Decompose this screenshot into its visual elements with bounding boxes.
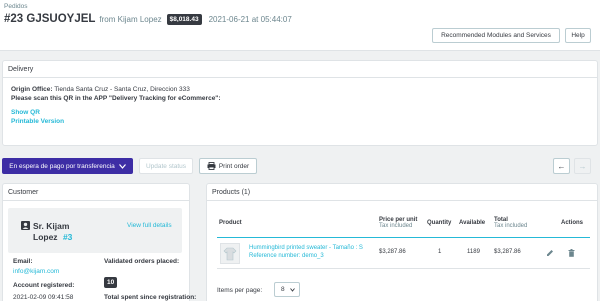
row-quantity: 1 — [438, 249, 442, 255]
col-actions: Actions — [561, 220, 584, 226]
order-title-row: #23 GJSUOYJEL from Kijam Lopez $8,018.43… — [4, 13, 292, 25]
arrow-left-icon: ← — [557, 161, 566, 171]
previous-order-button[interactable]: ← — [553, 158, 570, 174]
printer-icon — [207, 162, 216, 170]
recommended-modules-button[interactable]: Recommended Modules and Services — [432, 28, 560, 43]
arrow-right-icon: → — [578, 161, 587, 171]
items-per-page-label: Items per page: — [217, 287, 263, 294]
breadcrumb[interactable]: Pedidos — [4, 3, 28, 10]
table-row: Hummingbird printed sweater - Tamaño : S… — [217, 241, 590, 269]
delivery-card: Delivery Origin Office: Tienda Santa Cru… — [2, 60, 598, 146]
delivery-card-title: Delivery — [3, 61, 597, 78]
col-available: Available — [459, 220, 486, 226]
products-card-title: Products (1) — [207, 184, 597, 201]
customer-summary: Sr. Kijam Lopez #3 View full details — [8, 208, 182, 253]
customer-email[interactable]: info@kijam.com — [13, 268, 59, 275]
product-name-link[interactable]: Hummingbird printed sweater - Tamaño : S… — [249, 244, 363, 260]
scan-instructions: Please scan this QR in the APP "Delivery… — [11, 94, 221, 102]
account-registered-date: 2021-02-09 09:41:58 — [13, 294, 74, 301]
products-card: Products (1) Product Price per unit Tax … — [206, 183, 598, 301]
print-order-button[interactable]: Print order — [199, 158, 257, 174]
col-quantity: Quantity — [427, 220, 452, 226]
order-date: 2021-06-21 at 05:44:07 — [208, 14, 292, 24]
edit-icon[interactable] — [546, 249, 554, 257]
sweater-image-icon — [223, 247, 237, 260]
col-product: Product — [219, 220, 242, 226]
validated-orders-label: Validated orders placed: — [104, 258, 180, 265]
col-total: Total Tax included — [494, 217, 528, 229]
trash-icon[interactable] — [568, 249, 575, 257]
page-header: Pedidos #23 GJSUOYJEL from Kijam Lopez $… — [0, 0, 600, 51]
chevron-down-icon — [290, 288, 295, 292]
show-qr-link[interactable]: Show QR — [11, 109, 589, 118]
items-per-page-select[interactable]: 8 — [274, 282, 300, 297]
user-icon — [21, 221, 30, 230]
row-available: 1189 — [467, 249, 480, 255]
validated-orders-count: 10 — [104, 277, 118, 288]
help-button[interactable]: Help — [565, 28, 591, 43]
customer-card-title: Customer — [3, 184, 189, 201]
col-price: Price per unit Tax included — [379, 217, 418, 229]
product-thumbnail — [220, 243, 240, 264]
order-status-select[interactable]: En espera de pago por transferencia — [2, 158, 133, 174]
row-total: $3,287.86 — [494, 249, 521, 255]
customer-name: Sr. Kijam Lopez #3 — [33, 221, 73, 242]
origin-office: Origin Office: Tienda Santa Cruz - Santa… — [11, 86, 190, 93]
view-full-details-link[interactable]: View full details — [127, 222, 172, 229]
account-registered-label: Account registered: — [13, 282, 75, 289]
order-total-badge: $8,018.43 — [166, 13, 202, 25]
update-status-button[interactable]: Update status — [139, 158, 193, 174]
printable-version-link[interactable]: Printable Version — [11, 118, 589, 127]
next-order-button[interactable]: → — [574, 158, 591, 174]
chevron-down-icon — [118, 163, 126, 169]
email-label: Email: — [13, 258, 33, 265]
total-spent-label: Total spent since registration: — [104, 294, 197, 301]
products-table-header: Product Price per unit Tax included Quan… — [217, 217, 590, 238]
row-price: $3,287.86 — [379, 249, 406, 255]
page-title: #23 GJSUOYJEL — [4, 13, 96, 25]
customer-from-text: from Kijam Lopez — [99, 14, 162, 24]
